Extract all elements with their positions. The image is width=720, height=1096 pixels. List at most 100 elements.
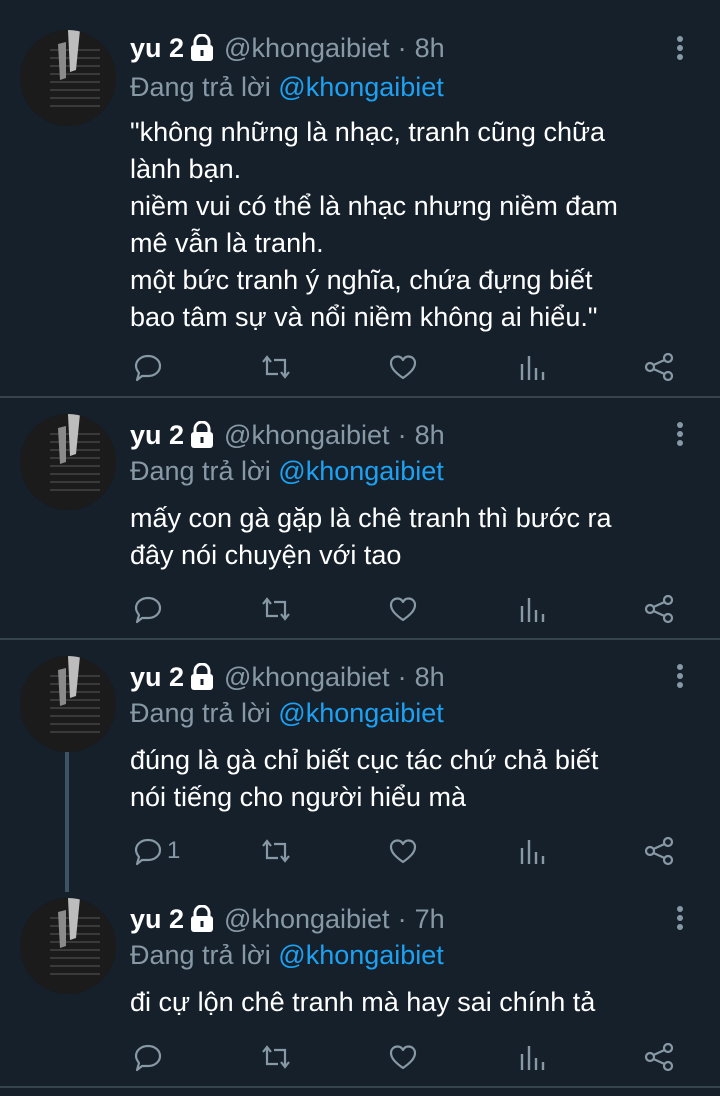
like-icon [388,836,418,866]
user-handle[interactable]: @khongaibiet [224,33,390,64]
like-button[interactable] [388,350,418,384]
tweet-text: đi cự lộn chê tranh mà hay sai chính tả [130,984,690,1021]
reply-prefix: Đang trả lời [130,72,271,102]
tweet-text-line: nói tiếng cho người hiểu mà [130,782,466,812]
reply-button[interactable]: 1 [133,834,180,868]
reply-button[interactable] [133,592,167,626]
tweet-actions [0,1040,720,1074]
reply-mention-link[interactable]: @khongaibiet [278,72,444,102]
share-button[interactable] [644,1040,674,1074]
analytics-button[interactable] [518,350,546,384]
share-icon [644,594,674,624]
tweet-actions [0,350,720,384]
analytics-button[interactable] [518,834,546,868]
display-name[interactable]: yu 2 [130,904,184,935]
lock-icon [190,662,214,691]
more-icon[interactable] [672,662,688,690]
replying-to: Đang trả lời @khongaibiet [130,940,444,971]
thread-connector [65,752,69,892]
reply-prefix: Đang trả lời [130,940,271,970]
separator-dot: · [397,32,407,63]
reply-prefix: Đang trả lời [130,456,271,486]
tweet-text: đúng là gà chỉ biết cục tác chứ chả biết… [130,742,690,816]
retweet-button[interactable] [260,592,292,626]
user-handle[interactable]: @khongaibiet [224,662,390,693]
separator-dot: · [397,661,407,692]
timestamp[interactable]: 7h [415,904,445,935]
tweet-actions: 1 [0,834,720,868]
timestamp[interactable]: 8h [415,662,445,693]
reply-button[interactable] [133,1040,167,1074]
tweet-text-line: mấy con gà gặp là chê tranh thì bước ra [130,503,612,533]
retweet-button[interactable] [260,1040,292,1074]
analytics-button[interactable] [518,1040,546,1074]
tweet-text-line: lành bạn. [130,154,242,184]
separator-dot: · [397,419,407,450]
retweet-icon [260,1042,292,1072]
retweet-button[interactable] [260,350,292,384]
tweet-header: yu 2 @khongaibiet · 8h [130,418,445,452]
tweet[interactable]: yu 2 @khongaibiet · 7h Đang trả lời @kho… [0,882,720,1088]
share-button[interactable] [644,834,674,868]
analytics-icon [518,836,546,866]
share-button[interactable] [644,350,674,384]
like-button[interactable] [388,592,418,626]
tweet[interactable]: yu 2 @khongaibiet · 8h Đang trả lời @kho… [0,640,720,892]
retweet-button[interactable] [260,834,292,868]
avatar[interactable] [20,414,116,510]
avatar[interactable] [20,898,116,994]
lock-icon [190,420,214,449]
timestamp[interactable]: 8h [415,420,445,451]
reply-button[interactable] [133,350,167,384]
lock-icon [190,33,214,62]
tweet-text-line: đúng là gà chỉ biết cục tác chứ chả biết [130,745,599,775]
more-icon[interactable] [672,904,688,932]
reply-icon [133,836,163,866]
reply-icon [133,594,163,624]
analytics-icon [518,352,546,382]
lock-icon [190,904,214,933]
reply-mention-link[interactable]: @khongaibiet [278,456,444,486]
like-button[interactable] [388,834,418,868]
more-icon[interactable] [672,34,688,62]
tweet-actions [0,592,720,626]
tweet-text-line: bao tâm sự và nổi niềm không ai hiểu." [130,302,598,332]
tweet-text-line: niềm vui có thể là nhạc nhưng niềm đam [130,191,618,221]
tweet-text: mấy con gà gặp là chê tranh thì bước ra … [130,500,690,574]
tweet-text: "không những là nhạc, tranh cũng chữa là… [130,114,690,336]
reply-icon [133,352,163,382]
like-icon [388,594,418,624]
retweet-icon [260,352,292,382]
display-name[interactable]: yu 2 [130,420,184,451]
tweet-text-line: đi cự lộn chê tranh mà hay sai chính tả [130,987,596,1017]
share-icon [644,836,674,866]
reply-icon [133,1042,163,1072]
display-name[interactable]: yu 2 [130,33,184,64]
user-handle[interactable]: @khongaibiet [224,420,390,451]
replying-to: Đang trả lời @khongaibiet [130,456,444,487]
replying-to: Đang trả lời @khongaibiet [130,698,444,729]
tweet-header: yu 2 @khongaibiet · 7h [130,902,445,936]
tweet[interactable]: yu 2 @khongaibiet · 8h Đang trả lời @kho… [0,0,720,398]
timestamp[interactable]: 8h [415,33,445,64]
replying-to: Đang trả lời @khongaibiet [130,72,444,103]
like-button[interactable] [388,1040,418,1074]
share-icon [644,352,674,382]
more-icon[interactable] [672,420,688,448]
user-handle[interactable]: @khongaibiet [224,904,390,935]
reply-mention-link[interactable]: @khongaibiet [278,940,444,970]
tweet-text-line: đây nói chuyện với tao [130,540,402,570]
retweet-icon [260,836,292,866]
like-icon [388,1042,418,1072]
tweet-text-line: "không những là nhạc, tranh cũng chữa [130,117,606,147]
avatar[interactable] [20,656,116,752]
avatar[interactable] [20,30,116,126]
reply-mention-link[interactable]: @khongaibiet [278,698,444,728]
tweet[interactable]: yu 2 @khongaibiet · 8h Đang trả lời @kho… [0,398,720,640]
display-name[interactable]: yu 2 [130,662,184,693]
tweet-header: yu 2 @khongaibiet · 8h [130,31,445,65]
share-button[interactable] [644,592,674,626]
analytics-button[interactable] [518,592,546,626]
retweet-icon [260,594,292,624]
analytics-icon [518,1042,546,1072]
